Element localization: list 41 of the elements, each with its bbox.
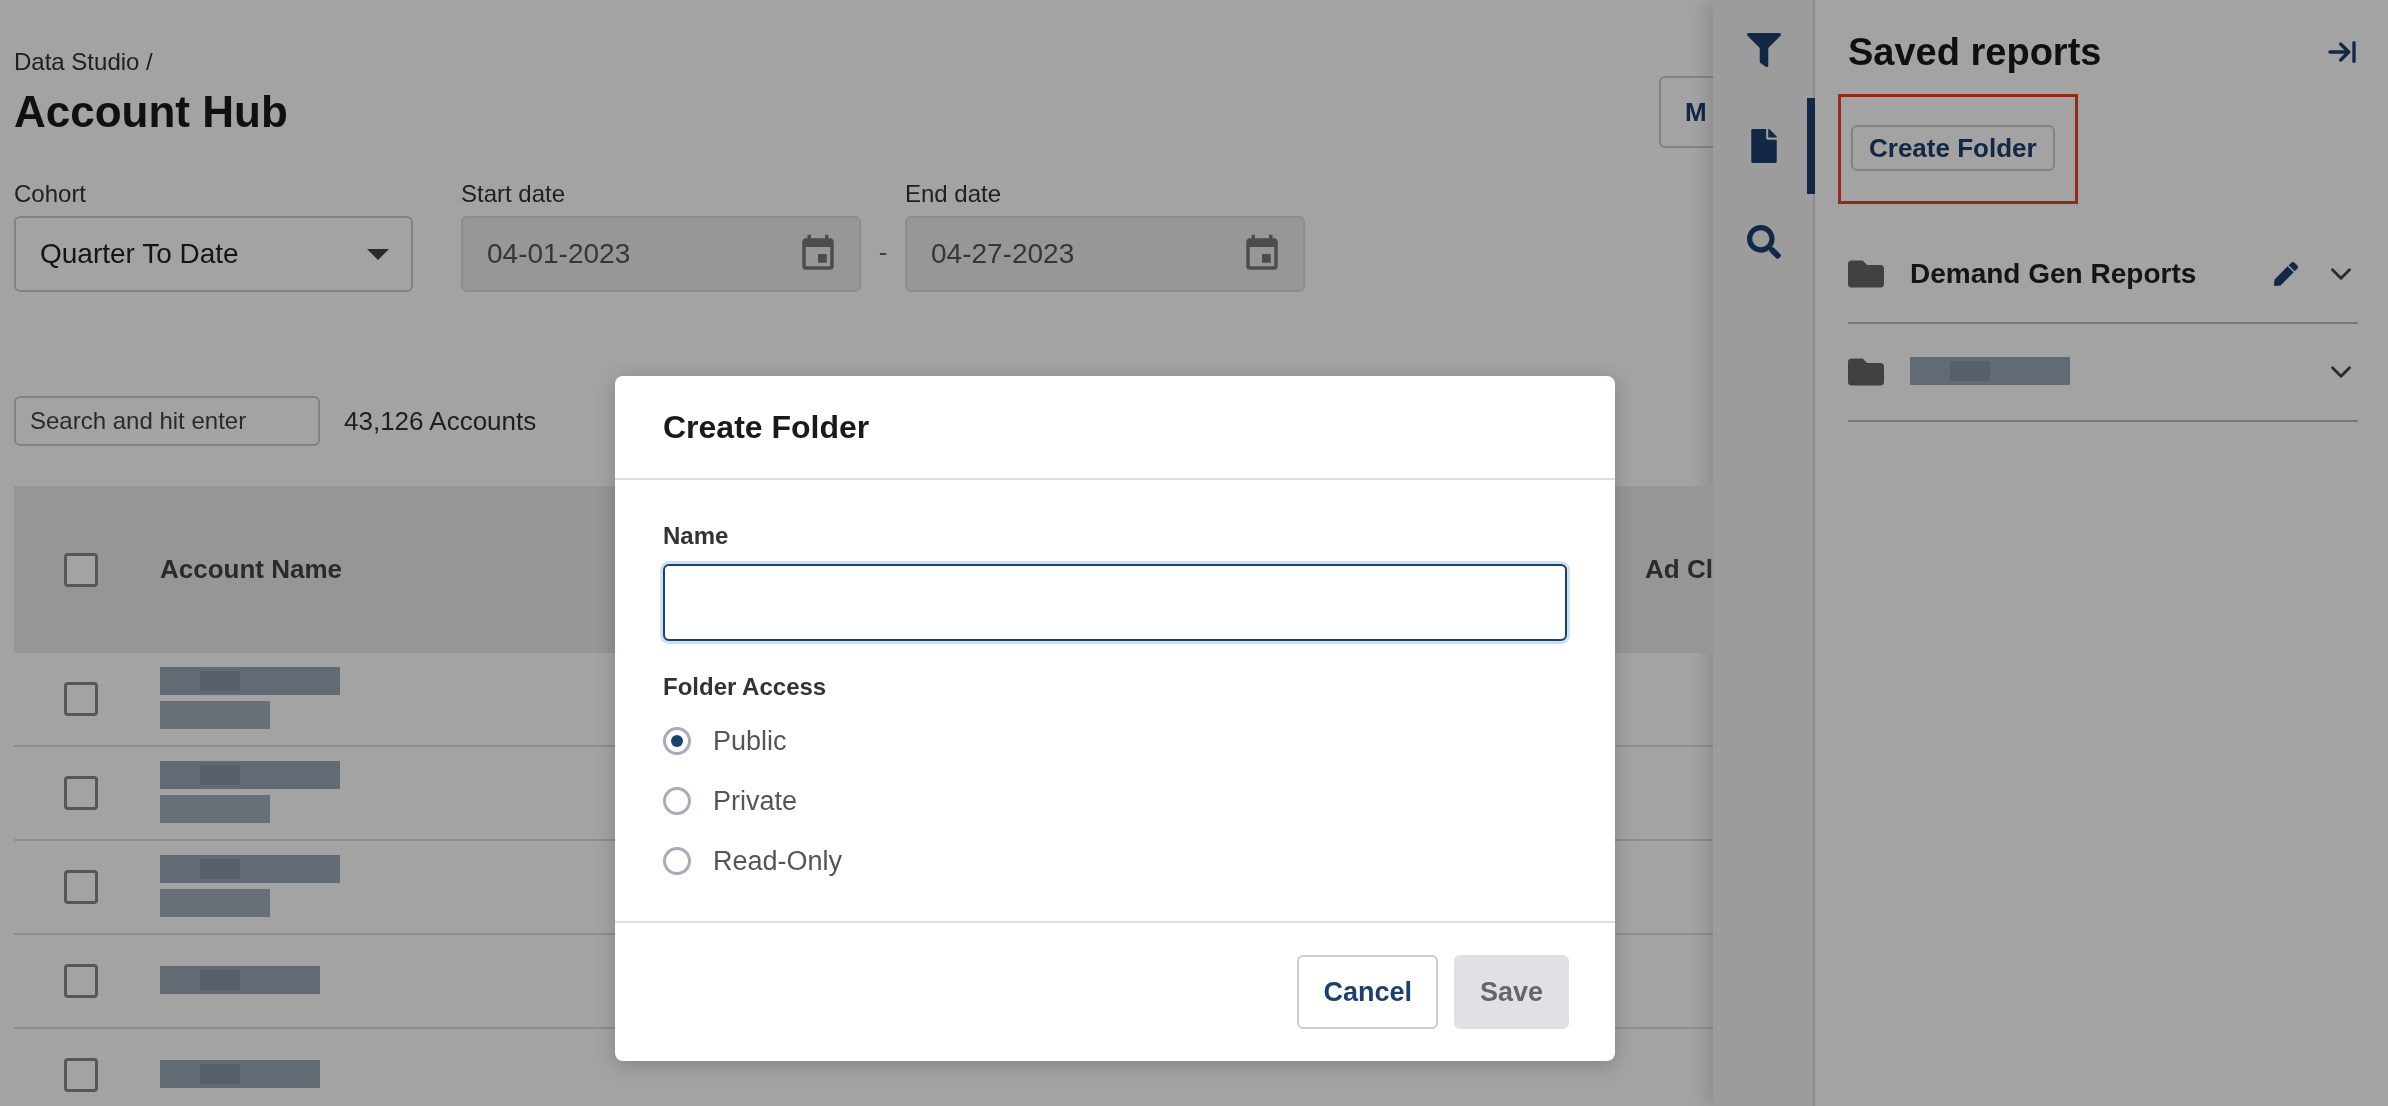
row-checkbox[interactable] [64,776,98,810]
panel-title: Saved reports [1848,30,2102,74]
radio-button[interactable] [663,847,691,875]
radio-button[interactable] [663,787,691,815]
radio-label: Read-Only [713,845,843,877]
column-header[interactable]: Ad Cli [1645,554,1713,585]
name-field[interactable] [663,564,1567,641]
row-checkbox[interactable] [64,682,98,716]
create-folder-button[interactable]: Create Folder [1851,125,2055,171]
radio-button[interactable] [663,727,691,755]
field-label: Name [663,522,730,550]
end-date-label: End date [905,180,1003,208]
search-icon [1747,225,1781,259]
search-field[interactable]: Search and hit enter [14,396,320,446]
radio-label: Public [713,725,787,757]
start-date-value: 04-01-2023 [487,238,631,270]
breadcrumb[interactable]: Data Studio / [14,48,1713,76]
folder-name[interactable]: Demand Gen Reports [1910,258,2248,290]
cohort-select[interactable]: Quarter To Date [14,216,413,292]
page-title: Account Hub [14,87,288,137]
start-date-field[interactable]: 04-01-2023 [461,216,861,292]
caret-icon [367,248,389,260]
end-date-field[interactable]: 04-27-2023 [905,216,1305,292]
column-header[interactable]: Account Name [160,554,343,585]
date-separator: - [877,237,889,269]
row-checkbox[interactable] [64,964,98,998]
cohort-value: Quarter To Date [40,238,239,270]
row-checkbox[interactable] [64,1058,98,1092]
start-date-label: Start date [461,180,567,208]
select-all-checkbox[interactable] [64,552,98,587]
header-button[interactable]: M [1659,76,1713,148]
account-count: 43,126 Accounts [344,405,537,437]
pencil-icon[interactable] [2274,262,2298,286]
row-checkbox[interactable] [64,870,98,904]
radio-label: Private [713,785,798,817]
cancel-button[interactable]: Cancel [1297,955,1438,1029]
filter-icon [1747,33,1781,67]
cohort-label: Cohort [14,180,88,208]
field-label: Folder Access [663,673,828,701]
end-date-value: 04-27-2023 [931,238,1075,270]
dialog-title: Create Folder [663,408,870,446]
